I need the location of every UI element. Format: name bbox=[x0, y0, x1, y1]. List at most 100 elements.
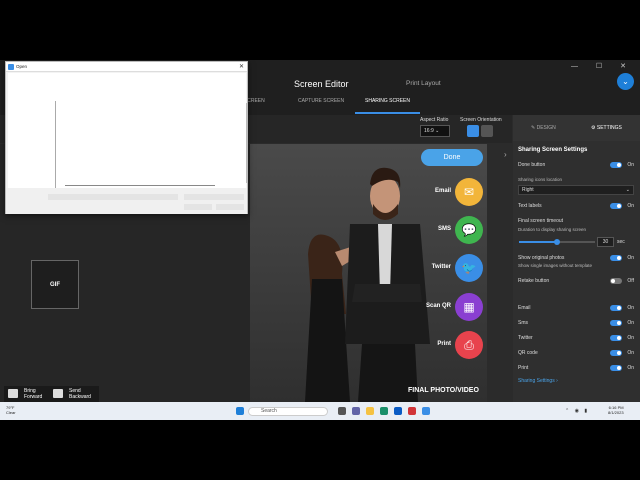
send-backward-button[interactable]: Send Backward bbox=[49, 386, 99, 402]
twitter-icon: 🐦 bbox=[455, 254, 483, 282]
channel-twitter: Twitter On bbox=[518, 333, 634, 343]
print-layout-link[interactable]: Print Layout bbox=[406, 80, 441, 87]
app-icon[interactable] bbox=[408, 407, 416, 415]
timeout-sub: Duration to display sharing screen bbox=[518, 225, 634, 235]
aspect-ratio-value: 16:9 bbox=[424, 128, 434, 134]
landscape-orientation-button[interactable] bbox=[467, 125, 479, 137]
qr-code-icon: ▦ bbox=[455, 293, 483, 321]
clock[interactable]: 6:16 PM 8/1/2023 bbox=[608, 405, 624, 415]
retake-state: Off bbox=[627, 278, 634, 284]
dialog-splitter[interactable] bbox=[55, 101, 56, 191]
windows-start-icon[interactable] bbox=[236, 407, 244, 415]
dialog-footer bbox=[6, 188, 247, 214]
share-email[interactable]: Email ✉ bbox=[410, 178, 485, 208]
channel-qr-code: QR code On bbox=[518, 348, 634, 358]
channel-sms-state: On bbox=[627, 320, 634, 326]
edge-icon[interactable] bbox=[380, 407, 388, 415]
chevron-down-icon: ⌄ bbox=[625, 187, 630, 193]
timeout-slider[interactable] bbox=[519, 239, 595, 245]
channel-sms-toggle[interactable] bbox=[610, 320, 622, 326]
printer-icon: ⎙ bbox=[455, 331, 483, 359]
email-icon: ✉ bbox=[455, 178, 483, 206]
teams-icon[interactable] bbox=[352, 407, 360, 415]
channel-email-toggle[interactable] bbox=[610, 305, 622, 311]
channel-print-toggle[interactable] bbox=[610, 365, 622, 371]
aspect-ratio-label: Aspect Ratio bbox=[420, 117, 449, 123]
channel-print: Print On bbox=[518, 363, 634, 373]
timeout-input[interactable]: 30 bbox=[597, 237, 614, 247]
orientation-label: Screen Orientation bbox=[460, 117, 502, 123]
icons-location-select[interactable]: Right ⌄ bbox=[518, 185, 634, 195]
share-email-label: Email bbox=[434, 188, 451, 194]
window-controls[interactable]: — ☐ ✕ bbox=[571, 62, 634, 70]
weather-desc: Clear bbox=[6, 410, 16, 415]
channel-sms-label: Sms bbox=[518, 320, 528, 326]
channel-qr-toggle[interactable] bbox=[610, 350, 622, 356]
share-print[interactable]: Print ⎙ bbox=[410, 331, 485, 361]
done-button-setting: Done button On bbox=[518, 160, 634, 170]
timeout-unit: sec bbox=[617, 239, 625, 245]
dialog-scrollbar[interactable] bbox=[65, 185, 215, 186]
account-menu-button[interactable]: ⌄ bbox=[617, 73, 634, 90]
settings-tabs: ✎ DESIGN ⚙ SETTINGS bbox=[513, 115, 640, 141]
page-title: Screen Editor bbox=[294, 79, 349, 89]
send-backward-icon bbox=[53, 389, 63, 398]
text-labels-setting: Text labels On bbox=[518, 201, 634, 211]
channel-email-state: On bbox=[627, 305, 634, 311]
share-sms[interactable]: SMS 💬 bbox=[410, 216, 485, 246]
share-twitter[interactable]: Twitter 🐦 bbox=[410, 254, 485, 284]
file-name-field[interactable] bbox=[48, 194, 178, 200]
sharing-settings-link[interactable]: Sharing Settings › bbox=[518, 378, 558, 384]
channel-sms: Sms On bbox=[518, 318, 634, 328]
task-view-icon[interactable] bbox=[338, 407, 346, 415]
close-icon[interactable]: ✕ bbox=[239, 62, 244, 72]
bring-forward-label: Bring Forward bbox=[24, 388, 43, 400]
taskbar-search[interactable]: Search bbox=[248, 407, 328, 416]
file-explorer-icon[interactable] bbox=[366, 407, 374, 415]
cancel-button[interactable] bbox=[216, 204, 244, 210]
open-button[interactable] bbox=[184, 204, 212, 210]
share-scan-qr[interactable]: Scan QR ▦ bbox=[410, 293, 485, 323]
tab-sharing-screen[interactable]: SHARING SCREEN bbox=[355, 97, 421, 114]
share-twitter-label: Twitter bbox=[431, 264, 451, 270]
done-button-state: On bbox=[627, 162, 634, 168]
dialog-vscroll[interactable] bbox=[246, 103, 247, 183]
icons-location-label: Sharing icons location bbox=[518, 177, 563, 182]
bring-forward-button[interactable]: Bring Forward bbox=[4, 386, 50, 402]
done-button-setting-label: Done button bbox=[518, 162, 546, 168]
done-button-toggle[interactable] bbox=[610, 162, 622, 168]
icons-location-setting: Sharing icons location bbox=[518, 175, 634, 185]
app-window: Screen Editor Print Layout — ☐ ✕ ⌄ ME SC… bbox=[0, 60, 640, 420]
taskbar: 79°F Clear Search ⌃ ◉ ▮ 6:16 PM 8/1/2023 bbox=[0, 402, 640, 420]
settings-title: Sharing Screen Settings bbox=[518, 147, 588, 153]
tab-design[interactable]: ✎ DESIGN bbox=[531, 125, 556, 131]
sms-icon: 💬 bbox=[455, 216, 483, 244]
text-labels-state: On bbox=[627, 203, 634, 209]
show-original-sub: Show single images without template bbox=[518, 261, 634, 271]
done-button[interactable]: Done bbox=[421, 149, 483, 166]
weather-widget[interactable]: 79°F Clear bbox=[6, 405, 16, 415]
screen-editor-icon[interactable] bbox=[422, 407, 430, 415]
channel-twitter-toggle[interactable] bbox=[610, 335, 622, 341]
channel-print-label: Print bbox=[518, 365, 529, 371]
gif-thumbnail[interactable]: GIF bbox=[31, 260, 79, 309]
final-photo-label: FINAL PHOTO/VIDEO bbox=[408, 387, 479, 394]
tab-settings[interactable]: ⚙ SETTINGS bbox=[591, 125, 622, 131]
timeout-slider-knob[interactable] bbox=[554, 239, 560, 245]
dialog-file-area[interactable] bbox=[8, 73, 247, 191]
text-labels-label: Text labels bbox=[518, 203, 542, 209]
icons-location-value: Right bbox=[522, 187, 534, 193]
text-labels-toggle[interactable] bbox=[610, 203, 622, 209]
timeout-title: Final screen timeout bbox=[518, 218, 564, 224]
share-scan-qr-label: Scan QR bbox=[425, 303, 451, 309]
system-tray[interactable]: ⌃ ◉ ▮ bbox=[565, 408, 589, 414]
aspect-ratio-select[interactable]: 16:9 ⌄ bbox=[420, 125, 450, 137]
file-type-select[interactable] bbox=[184, 194, 244, 200]
tab-capture-screen[interactable]: CAPTURE SCREEN bbox=[298, 97, 344, 114]
timeout-sub-label: Duration to display sharing screen bbox=[518, 227, 587, 232]
send-backward-label: Send Backward bbox=[69, 388, 91, 400]
store-icon[interactable] bbox=[394, 407, 402, 415]
channel-email: Email On bbox=[518, 303, 634, 313]
portrait-orientation-button[interactable] bbox=[481, 125, 493, 137]
retake-toggle[interactable] bbox=[610, 278, 622, 284]
